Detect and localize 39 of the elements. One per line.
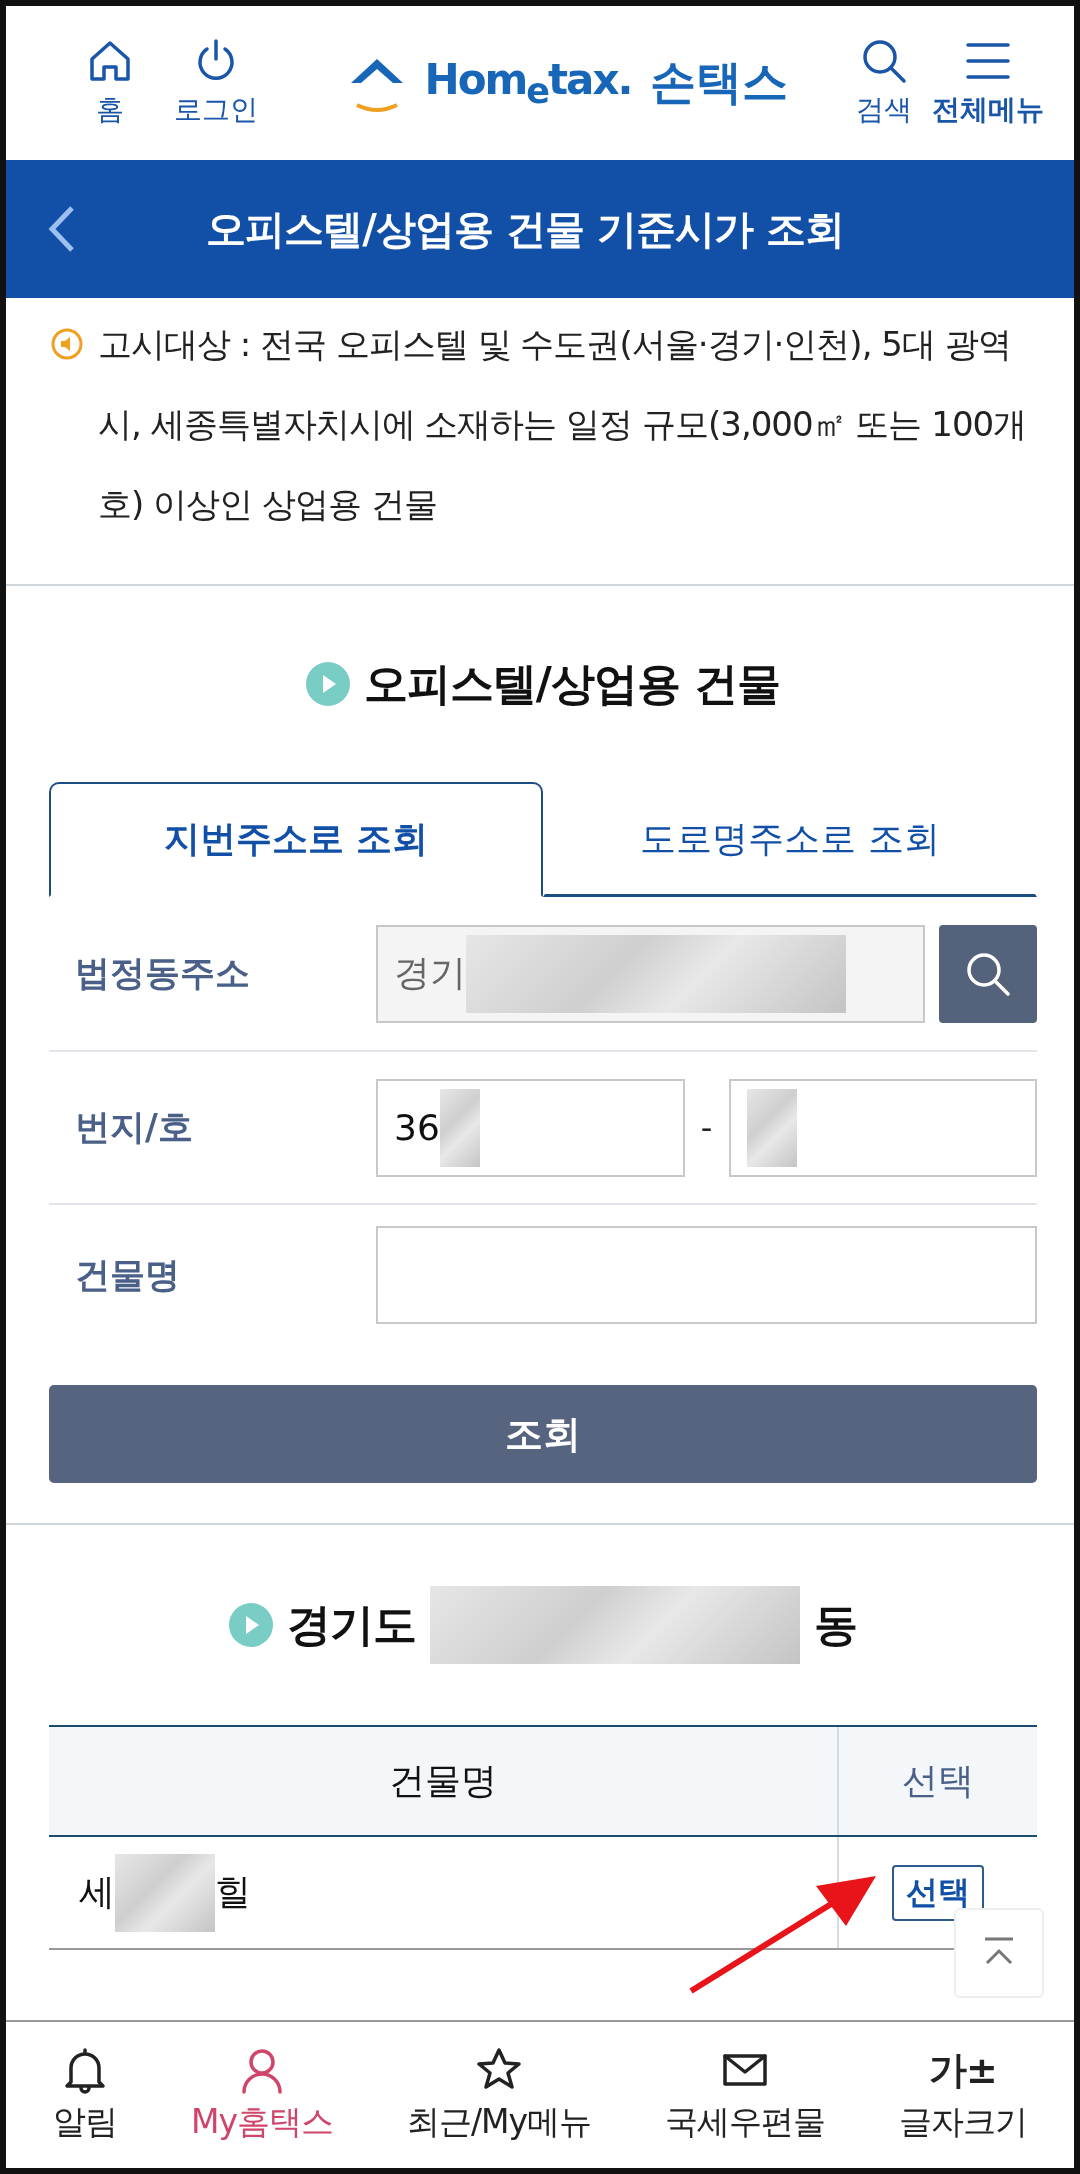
column-header: 선택 [837,1727,1037,1835]
field-label: 번지/호 [74,1106,194,1149]
header-button[interactable]: 검색 [856,37,912,129]
font-size-glyph: 가± [929,2046,997,2094]
search-button[interactable] [939,924,1037,1023]
nav-item[interactable]: 가± 글자크기 [899,2045,1027,2145]
notice-text: 고시대상 : 전국 오피스텔 및 수도권(서울·경기·인천), 5대 광역시, 세종특별자치시에 소재하는 일정 규모(3,000㎡ 또는 100개호) 이상인 상업용 건물 [98,323,1028,526]
nav-item[interactable]: 최근/My메뉴 [406,2045,592,2145]
input-field[interactable] [728,1078,1037,1177]
header-button[interactable]: 로그인 [174,37,258,129]
section-title: 동 [814,1597,857,1652]
header-button[interactable]: 전체메뉴 [932,37,1044,129]
select-button[interactable]: 선택 [892,1864,984,1921]
scroll-top-button[interactable] [954,1908,1044,1998]
back-icon[interactable] [46,204,76,254]
app-name: 손택스 [649,54,788,111]
nav-item[interactable]: My홈택스 [190,2045,333,2145]
tab[interactable]: 지번주소로 조회 [49,782,543,897]
input-field[interactable]: 36 [376,1078,685,1177]
address-field[interactable]: 경기 [376,924,925,1023]
play-icon [229,1603,273,1647]
search-icon [860,37,908,85]
section-title: 오피스텔/상업용 건물 [363,656,781,711]
input-field[interactable] [376,1226,1037,1324]
nav-item[interactable]: 국세우편물 [665,2045,826,2145]
separator-text: - [699,1108,714,1147]
section-title: 경기도 [287,1597,416,1652]
page-title: 오피스텔/상업용 건물 기준시가 조회 [205,204,845,254]
field-label: 법정동주소 [74,952,251,995]
logo-text: Hom$_{e}$tax. [424,54,632,112]
table-cell-text: 세 [79,1870,115,1914]
submit-button[interactable]: 조회 [49,1385,1037,1483]
nav-item[interactable]: 알림 [53,2045,117,2145]
column-header: 건물명 [388,1758,498,1803]
header-button[interactable]: 홈 [86,37,134,129]
field-label: 건물명 [74,1253,181,1297]
table-cell-text: 힐 [215,1870,251,1914]
speaker-icon [50,327,84,361]
play-icon [305,662,350,706]
